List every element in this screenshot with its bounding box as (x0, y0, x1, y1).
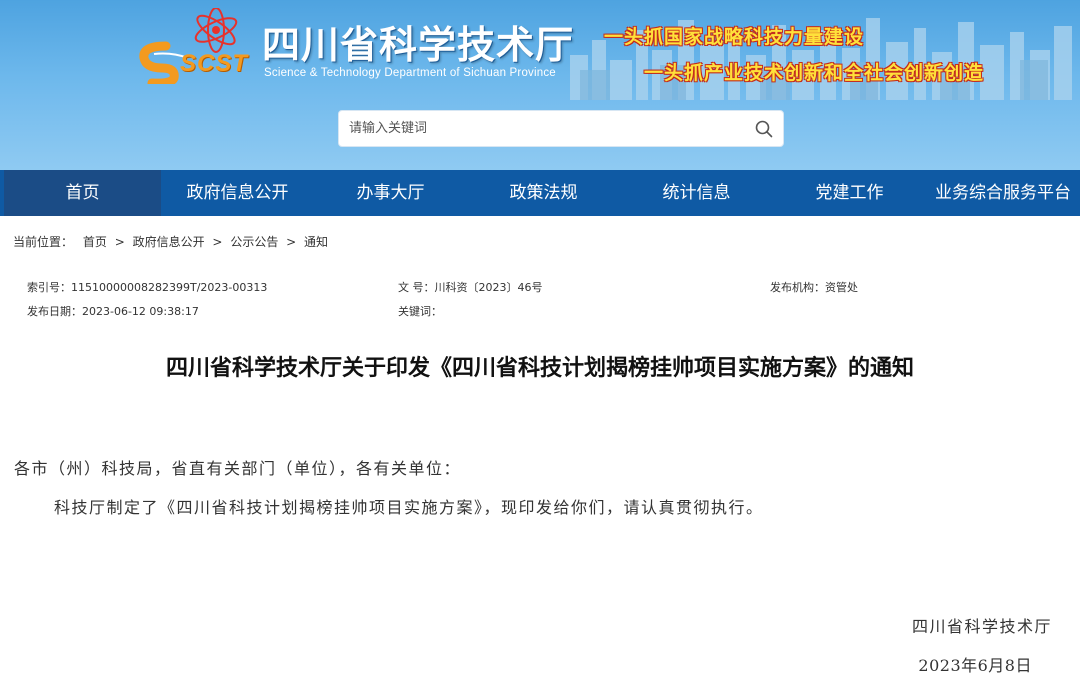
article-title: 四川省科学技术厅关于印发《四川省科技计划揭榜挂帅项目实施方案》的通知 (165, 356, 914, 381)
breadcrumb-home[interactable]: 首页 (83, 235, 107, 249)
meta-index-no: 索引号：11510000008282399T/2023-00313 (27, 281, 268, 294)
article-paragraph: 科技厅制定了《四川省科技计划揭榜挂帅项目实施方案》，现印发给你们，请认真贯彻执行… (54, 498, 764, 517)
city-skyline-image (570, 18, 1072, 100)
search-box (338, 110, 784, 147)
site-header: SCST 四川省科学技术厅 Science & Technology Depar… (0, 0, 1080, 170)
logo-text: SCST (180, 50, 249, 77)
breadcrumb: 当前位置： 首页 > 政府信息公开 > 公示公告 > 通知 (13, 233, 328, 250)
main-nav: 首页 政府信息公开 办事大厅 政策法规 统计信息 党建工作 业务综合服务平台 (0, 170, 1080, 216)
article-salutation: 各市（州）科技局，省直有关部门（单位），各有关单位： (14, 459, 462, 478)
nav-item-policy[interactable]: 政策法规 (467, 170, 620, 216)
nav-item-party-building[interactable]: 党建工作 (773, 170, 926, 216)
nav-item-home[interactable]: 首页 (4, 170, 161, 216)
site-subtitle: Science & Technology Department of Sichu… (264, 67, 556, 79)
article-date: 2023年6月8日 (918, 656, 1032, 675)
meta-doc-no: 文 号：川科资〔2023〕46号 (398, 281, 543, 294)
breadcrumb-gov-info[interactable]: 政府信息公开 (133, 235, 205, 249)
meta-keywords: 关键词： (398, 305, 442, 318)
nav-item-gov-info[interactable]: 政府信息公开 (161, 170, 314, 216)
nav-item-service-hall[interactable]: 办事大厅 (314, 170, 467, 216)
slogan-line-1: 一头抓国家战略科技力量建设 (604, 26, 865, 48)
breadcrumb-notices[interactable]: 通知 (304, 235, 328, 249)
breadcrumb-prefix: 当前位置： (13, 235, 74, 249)
breadcrumb-announcements[interactable]: 公示公告 (230, 235, 278, 249)
site-title: 四川省科学技术厅 (262, 23, 575, 67)
nav-item-service-platform[interactable]: 业务综合服务平台 (926, 170, 1080, 216)
slogan-line-2: 一头抓产业技术创新和全社会创新创造 (644, 62, 985, 84)
nav-item-statistics[interactable]: 统计信息 (620, 170, 773, 216)
article-signature: 四川省科学技术厅 (911, 617, 1052, 636)
breadcrumb-separator: > (286, 235, 297, 249)
meta-publish-date: 发布日期：2023-06-12 09:38:17 (27, 305, 199, 318)
breadcrumb-separator: > (212, 235, 223, 249)
search-icon[interactable] (753, 118, 775, 140)
breadcrumb-separator: > (114, 235, 125, 249)
search-input[interactable] (339, 111, 739, 146)
meta-publisher: 发布机构：资管处 (770, 281, 858, 294)
